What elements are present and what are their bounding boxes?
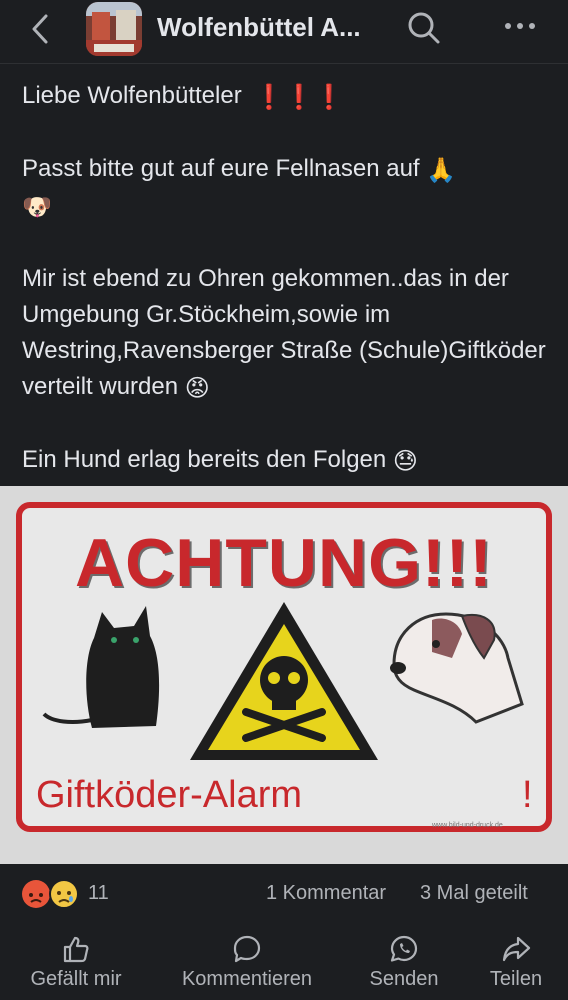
share-count[interactable]: 3 Mal geteilt [420, 882, 528, 905]
more-horizontal-icon[interactable] [500, 14, 540, 38]
exclamation-emoji: ❗❗❗ [254, 83, 345, 111]
post-greeting: Liebe Wolfenbütteler [22, 82, 242, 109]
share-arrow-icon [502, 936, 531, 962]
sign-subtitle: Giftköder-Alarm [36, 774, 303, 816]
sweat-face-emoji: 😓 [392, 447, 418, 475]
angry-face-emoji: 😡 [184, 374, 210, 402]
post-paragraph: Ein Hund erlag bereits den Folgen 😓 [22, 442, 552, 479]
angry-reaction-icon [22, 880, 50, 908]
comment-button[interactable]: Kommentieren [166, 930, 328, 1000]
send-label: Senden [369, 968, 439, 990]
whatsapp-icon [390, 935, 418, 962]
like-label: Gefällt mir [30, 968, 122, 990]
post-image[interactable]: ACHTUNG!!! Giftköder-Alarm ! www.bild-un… [0, 486, 568, 864]
cat-illustration [42, 606, 160, 728]
post-warning: Passt bitte gut auf eure Fellnasen auf [22, 155, 420, 182]
like-button[interactable]: Gefällt mir [18, 930, 134, 1000]
post-outcome: Ein Hund erlag bereits den Folgen [22, 446, 387, 473]
post-text: Liebe Wolfenbütteler ❗❗❗ Passt bitte gut… [22, 78, 552, 479]
praying-hands-emoji: 🙏 [426, 156, 457, 184]
post-paragraph: Passt bitte gut auf eure Fellnasen auf 🙏… [22, 151, 552, 225]
share-label: Teilen [489, 968, 543, 990]
dog-illustration [390, 612, 524, 724]
post-details: Mir ist ebend zu Ohren gekommen..das in … [22, 265, 546, 400]
warning-sign: ACHTUNG!!! Giftköder-Alarm ! www.bild-un… [16, 502, 552, 832]
sign-url: www.bild-und-druck.de [432, 822, 503, 829]
comment-count[interactable]: 1 Kommentar [266, 882, 386, 905]
send-button[interactable]: Senden [358, 930, 450, 1000]
action-bar: Gefällt mir Kommentieren Senden Teilen [0, 930, 568, 1000]
page-title[interactable]: Wolfenbüttel A... [157, 12, 361, 43]
thumbs-up-icon [63, 936, 89, 963]
reaction-count[interactable]: 11 [88, 882, 109, 905]
search-icon[interactable] [406, 10, 442, 46]
comment-icon [233, 935, 261, 963]
reaction-icons[interactable] [20, 878, 82, 910]
comment-label: Kommentieren [181, 968, 313, 990]
post-paragraph: Mir ist ebend zu Ohren gekommen..das in … [22, 261, 552, 406]
dog-face-emoji: 🐶 [22, 193, 52, 221]
skull-warning-icon [190, 602, 378, 760]
post-header: Wolfenbüttel A... [0, 0, 568, 64]
post-stats: 11 1 Kommentar 3 Mal geteilt [0, 872, 568, 916]
sad-reaction-icon [49, 879, 79, 909]
group-avatar[interactable] [86, 2, 142, 56]
sign-exclamation: ! [522, 774, 533, 816]
share-button[interactable]: Teilen [478, 930, 554, 1000]
post-paragraph: Liebe Wolfenbütteler ❗❗❗ [22, 78, 552, 115]
chevron-left-icon[interactable] [26, 12, 56, 46]
